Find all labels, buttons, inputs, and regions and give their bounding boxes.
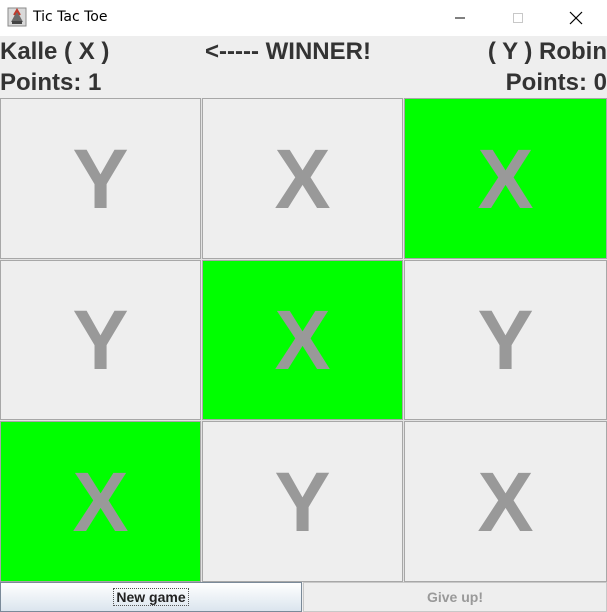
- player1-name: Kalle ( X ): [0, 38, 110, 65]
- tic-tac-toe-window: Tic Tac Toe Kalle ( X ) Points: 1 <-----…: [0, 0, 607, 612]
- cell-mark: X: [72, 454, 129, 549]
- cell-mark: X: [477, 454, 534, 549]
- board-cell-8[interactable]: Y: [202, 421, 403, 582]
- board-cell-1[interactable]: Y: [0, 98, 201, 259]
- maximize-button[interactable]: [489, 0, 547, 36]
- board-cell-4[interactable]: Y: [0, 260, 201, 420]
- board-cell-2[interactable]: X: [202, 98, 403, 259]
- close-button[interactable]: [547, 0, 605, 36]
- minimize-button[interactable]: [431, 0, 489, 36]
- cell-mark: X: [274, 293, 331, 387]
- minimize-icon: [455, 17, 465, 19]
- cell-mark: X: [274, 131, 331, 226]
- new-game-button[interactable]: New game: [0, 582, 302, 612]
- give-up-label: Give up!: [426, 589, 483, 605]
- board-cell-5[interactable]: X: [202, 260, 403, 420]
- game-board: Y X X Y X Y X Y X: [0, 98, 607, 582]
- button-bar: New game Give up!: [0, 582, 607, 612]
- cell-mark: Y: [72, 131, 129, 226]
- player2-name: ( Y ) Robin: [487, 38, 607, 65]
- winner-status: <----- WINNER!: [205, 38, 371, 65]
- player2-points: Points: 0: [505, 69, 607, 96]
- board-cell-9[interactable]: X: [404, 421, 607, 582]
- board-cell-6[interactable]: Y: [404, 260, 607, 420]
- title-bar[interactable]: Tic Tac Toe: [0, 0, 607, 36]
- cell-mark: X: [477, 131, 534, 226]
- give-up-button[interactable]: Give up!: [303, 582, 607, 612]
- player1-points: Points: 1: [0, 69, 102, 96]
- cell-mark: Y: [477, 293, 534, 387]
- score-header: Kalle ( X ) Points: 1 <----- WINNER! ( Y…: [0, 36, 607, 98]
- window-title: Tic Tac Toe: [33, 9, 108, 25]
- java-cup-icon: [7, 7, 27, 27]
- board-cell-7[interactable]: X: [0, 421, 201, 582]
- cell-mark: Y: [72, 293, 129, 387]
- close-icon: [569, 11, 583, 25]
- cell-mark: Y: [274, 454, 331, 549]
- new-game-label: New game: [113, 588, 189, 606]
- board-cell-3[interactable]: X: [404, 98, 607, 259]
- maximize-icon: [513, 13, 523, 23]
